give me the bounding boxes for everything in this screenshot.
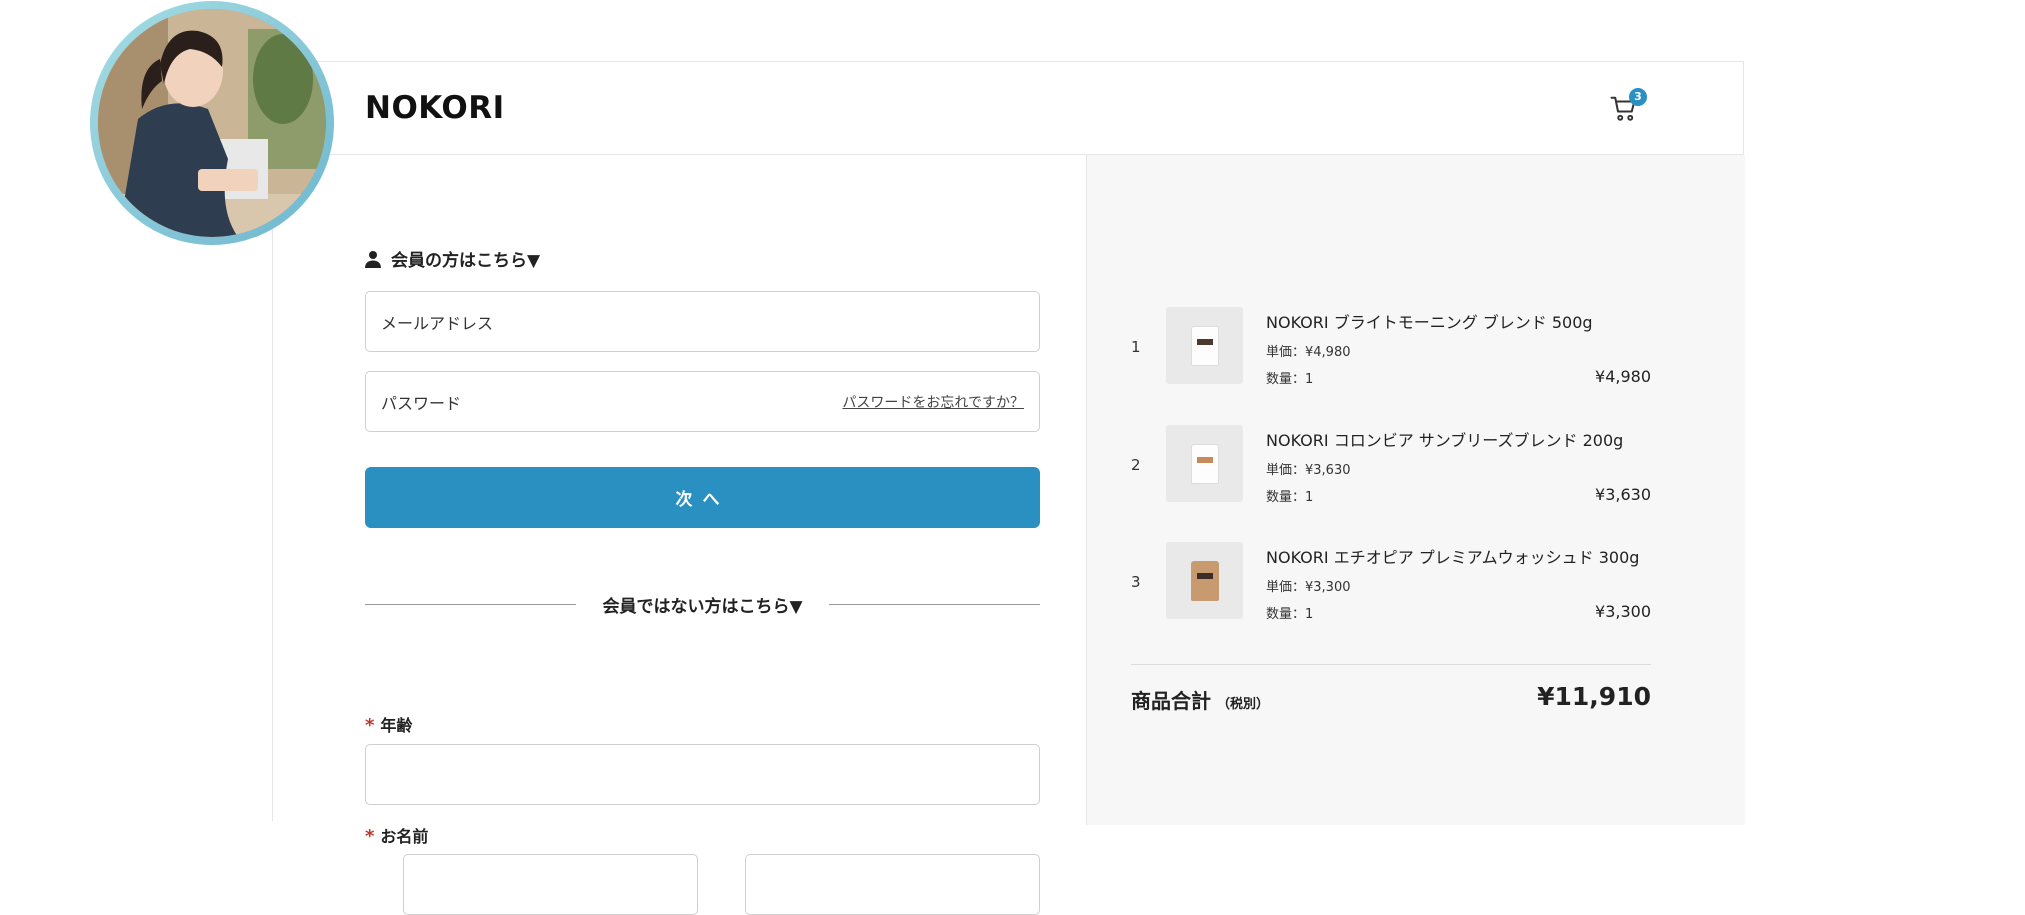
- item-price: ¥4,980: [1595, 367, 1651, 386]
- item-unit-price: 単価：¥3,300: [1266, 580, 1351, 595]
- member-login-title: 会員の方はこちら▼: [391, 251, 541, 271]
- next-button-label: 次へ: [675, 490, 730, 510]
- cart-item: 3 NOKORI エチオピア プレミアムウォッシュド 300g 単価：¥3,30…: [1131, 542, 1651, 632]
- password-field[interactable]: パスワード パスワードをお忘れですか？: [365, 371, 1040, 432]
- item-quantity: 数量：1: [1266, 490, 1314, 505]
- order-summary-panel: 1 NOKORI ブライトモーニング ブレンド 500g 単価：¥4,980 数…: [1086, 155, 1745, 825]
- item-number: 2: [1131, 456, 1141, 474]
- item-price: ¥3,300: [1595, 602, 1651, 621]
- site-header: NOKORI 3: [273, 62, 1743, 155]
- coffee-bag-icon: [1190, 560, 1219, 601]
- name-label: * お名前: [365, 826, 429, 847]
- presenter-avatar: [90, 1, 334, 245]
- item-number: 1: [1131, 338, 1141, 356]
- last-name-input[interactable]: [403, 854, 698, 915]
- required-mark: *: [365, 826, 375, 847]
- item-unit-price: 単価：¥4,980: [1266, 345, 1351, 360]
- cart-item: 1 NOKORI ブライトモーニング ブレンド 500g 単価：¥4,980 数…: [1131, 307, 1651, 397]
- age-input[interactable]: [365, 744, 1040, 805]
- coffee-bag-icon: [1190, 325, 1219, 366]
- cart-item: 2 NOKORI コロンビア サンブリーズブレンド 200g 単価：¥3,630…: [1131, 425, 1651, 515]
- item-name[interactable]: NOKORI エチオピア プレミアムウォッシュド 300g: [1266, 544, 1639, 568]
- cart-button[interactable]: 3: [1609, 88, 1649, 128]
- subtotal-value: ¥11,910: [1537, 682, 1651, 711]
- password-placeholder: パスワード: [381, 393, 462, 413]
- item-quantity: 数量：1: [1266, 607, 1314, 622]
- email-placeholder: メールアドレス: [381, 313, 494, 333]
- item-price: ¥3,630: [1595, 485, 1651, 504]
- item-name[interactable]: NOKORI コロンビア サンブリーズブレンド 200g: [1266, 427, 1623, 451]
- forgot-password-link[interactable]: パスワードをお忘れですか？: [842, 392, 1024, 412]
- item-unit-price: 単価：¥3,630: [1266, 463, 1351, 478]
- divider-line-left: [365, 603, 577, 605]
- product-thumbnail[interactable]: [1166, 307, 1243, 384]
- login-form-panel: 会員の方はこちら▼ メールアドレス パスワード パスワードをお忘れですか？ 次へ…: [273, 155, 1086, 915]
- product-thumbnail[interactable]: [1166, 425, 1243, 502]
- next-button[interactable]: 次へ: [365, 467, 1040, 528]
- summary-divider: [1131, 664, 1651, 665]
- guest-heading: 会員ではない方はこちら▼: [602, 596, 803, 617]
- presenter-photo: [98, 9, 326, 237]
- item-quantity: 数量：1: [1266, 372, 1314, 387]
- user-icon: [365, 250, 381, 268]
- email-field[interactable]: メールアドレス: [365, 291, 1040, 352]
- checkout-page: NOKORI 3 会員の方はこちら▼ メールアドレス パスワード パスワードをお…: [272, 61, 1745, 915]
- cart-count-badge: 3: [1629, 88, 1647, 106]
- brand-logo[interactable]: NOKORI: [365, 90, 505, 126]
- woman-photo-illustration: [98, 9, 326, 237]
- required-mark: *: [365, 715, 375, 736]
- member-login-heading: 会員の方はこちら▼: [365, 246, 540, 271]
- guest-divider: 会員ではない方はこちら▼: [365, 594, 1041, 617]
- first-name-input[interactable]: [745, 854, 1040, 915]
- age-label: * 年齢: [365, 715, 413, 736]
- item-name[interactable]: NOKORI ブライトモーニング ブレンド 500g: [1266, 309, 1593, 333]
- item-number: 3: [1131, 573, 1141, 591]
- coffee-bag-icon: [1190, 443, 1219, 484]
- divider-line-right: [828, 603, 1041, 605]
- product-thumbnail[interactable]: [1166, 542, 1243, 619]
